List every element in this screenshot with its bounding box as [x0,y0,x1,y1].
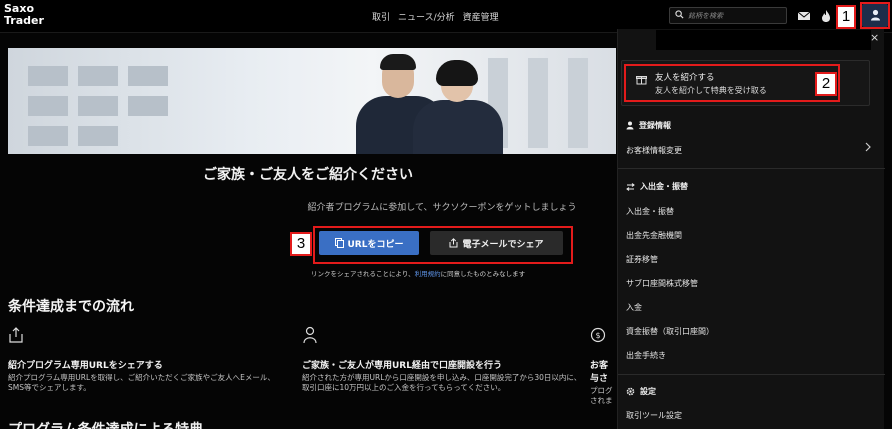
section-funds: 入出金・振替 [626,181,688,192]
flame-icon[interactable] [819,9,833,23]
nav-trade[interactable]: 取引 [372,10,390,23]
share-icon [449,238,458,248]
main-nav: 取引 ニュース/分析 資産管理 [372,10,499,23]
transfer-icon [626,182,635,191]
step-1-desc: 紹介プログラム専用URLを取得し、ご紹介いただくご家族やご友人へEメール、SMS… [8,373,275,392]
highlight-refer-card [624,64,840,102]
divider [618,374,885,375]
step-2: ご家族・ご友人が専用URL経由で口座開設を行う 紹介された方が専用URLから口座… [302,326,582,393]
divider [618,168,885,169]
logo-line2: Trader [4,14,44,27]
menu-item-fund-transfer[interactable]: 資金振替（取引口座間） [626,326,714,337]
marker-1: 1 [836,5,856,29]
menu-item-customer-info[interactable]: お客様情報変更 [626,145,682,156]
nav-assets[interactable]: 資産管理 [463,10,499,23]
user-icon [626,121,634,130]
step-2-desc: 紹介された方が専用URLから口座開設を申し込み、口座開設完了から30日以内に、取… [302,373,582,392]
terms-notice: リンクをシェアされることにより、利用規約に同意したものとみなします [311,268,525,278]
gear-icon [626,387,635,396]
benefits-title: プログラム条件達成による特典 [8,419,203,429]
share-icon [9,327,23,343]
highlight-profile [860,2,890,29]
dollar-icon: $ [590,327,606,343]
section-funds-label: 入出金・振替 [640,182,688,191]
hero-image [8,48,616,154]
search-box[interactable] [669,7,787,24]
hero-headline: ご家族・ご友人をご紹介ください [203,167,413,183]
copy-url-button[interactable]: URLをコピー [319,231,419,255]
step-1-title: 紹介プログラム専用URLをシェアする [8,361,163,371]
notice-text-post: に同意したものとみなします [440,270,526,278]
svg-text:$: $ [595,331,600,340]
email-share-label: 電子メールでシェア [462,239,544,250]
section-settings: 設定 [626,386,656,397]
menu-item-withdrawal[interactable]: 出金手続き [626,350,666,361]
step-3-title: お客 [590,361,609,371]
section-registration-label: 登録情報 [639,121,671,130]
chevron-right-icon[interactable] [864,142,872,152]
redacted-account-name [656,30,871,50]
search-icon [675,10,684,19]
mail-icon[interactable] [797,9,811,23]
step-1: 紹介プログラム専用URLをシェアする 紹介プログラム専用URLを取得し、ご紹介い… [8,326,288,393]
close-icon[interactable]: × [870,31,879,44]
marker-3: 3 [290,232,312,256]
copy-icon [334,238,344,248]
email-share-button[interactable]: 電子メールでシェア [430,231,563,255]
section-settings-label: 設定 [640,387,656,396]
search-input[interactable] [688,9,782,22]
flow-title: 条件達成までの流れ [8,299,134,315]
terms-link[interactable]: 利用規約 [415,270,441,278]
step-3-title2: 与さ [590,374,609,384]
step-3-desc: プログ されま [590,386,613,405]
step-3: $ お客 与さ プログ されま [590,326,616,406]
menu-item-tool-settings[interactable]: 取引ツール設定 [626,410,682,421]
step-2-title: ご家族・ご友人が専用URL経由で口座開設を行う [302,361,502,371]
menu-item-deposit[interactable]: 入金 [626,302,642,313]
section-registration: 登録情報 [626,120,671,131]
saxo-logo[interactable]: Saxo Trader [4,3,44,27]
menu-item-securities-transfer[interactable]: 証券移管 [626,254,658,265]
copy-url-label: URLをコピー [347,239,404,250]
nav-news[interactable]: ニュース/分析 [398,10,455,23]
menu-item-subaccount-transfer[interactable]: サブ口座間株式移管 [626,278,698,289]
notice-text-pre: リンクをシェアされることにより、 [311,270,415,278]
person-icon [303,326,317,344]
menu-item-deposit-withdraw[interactable]: 入出金・振替 [626,206,674,217]
menu-item-bank[interactable]: 出金先金融機関 [626,230,682,241]
